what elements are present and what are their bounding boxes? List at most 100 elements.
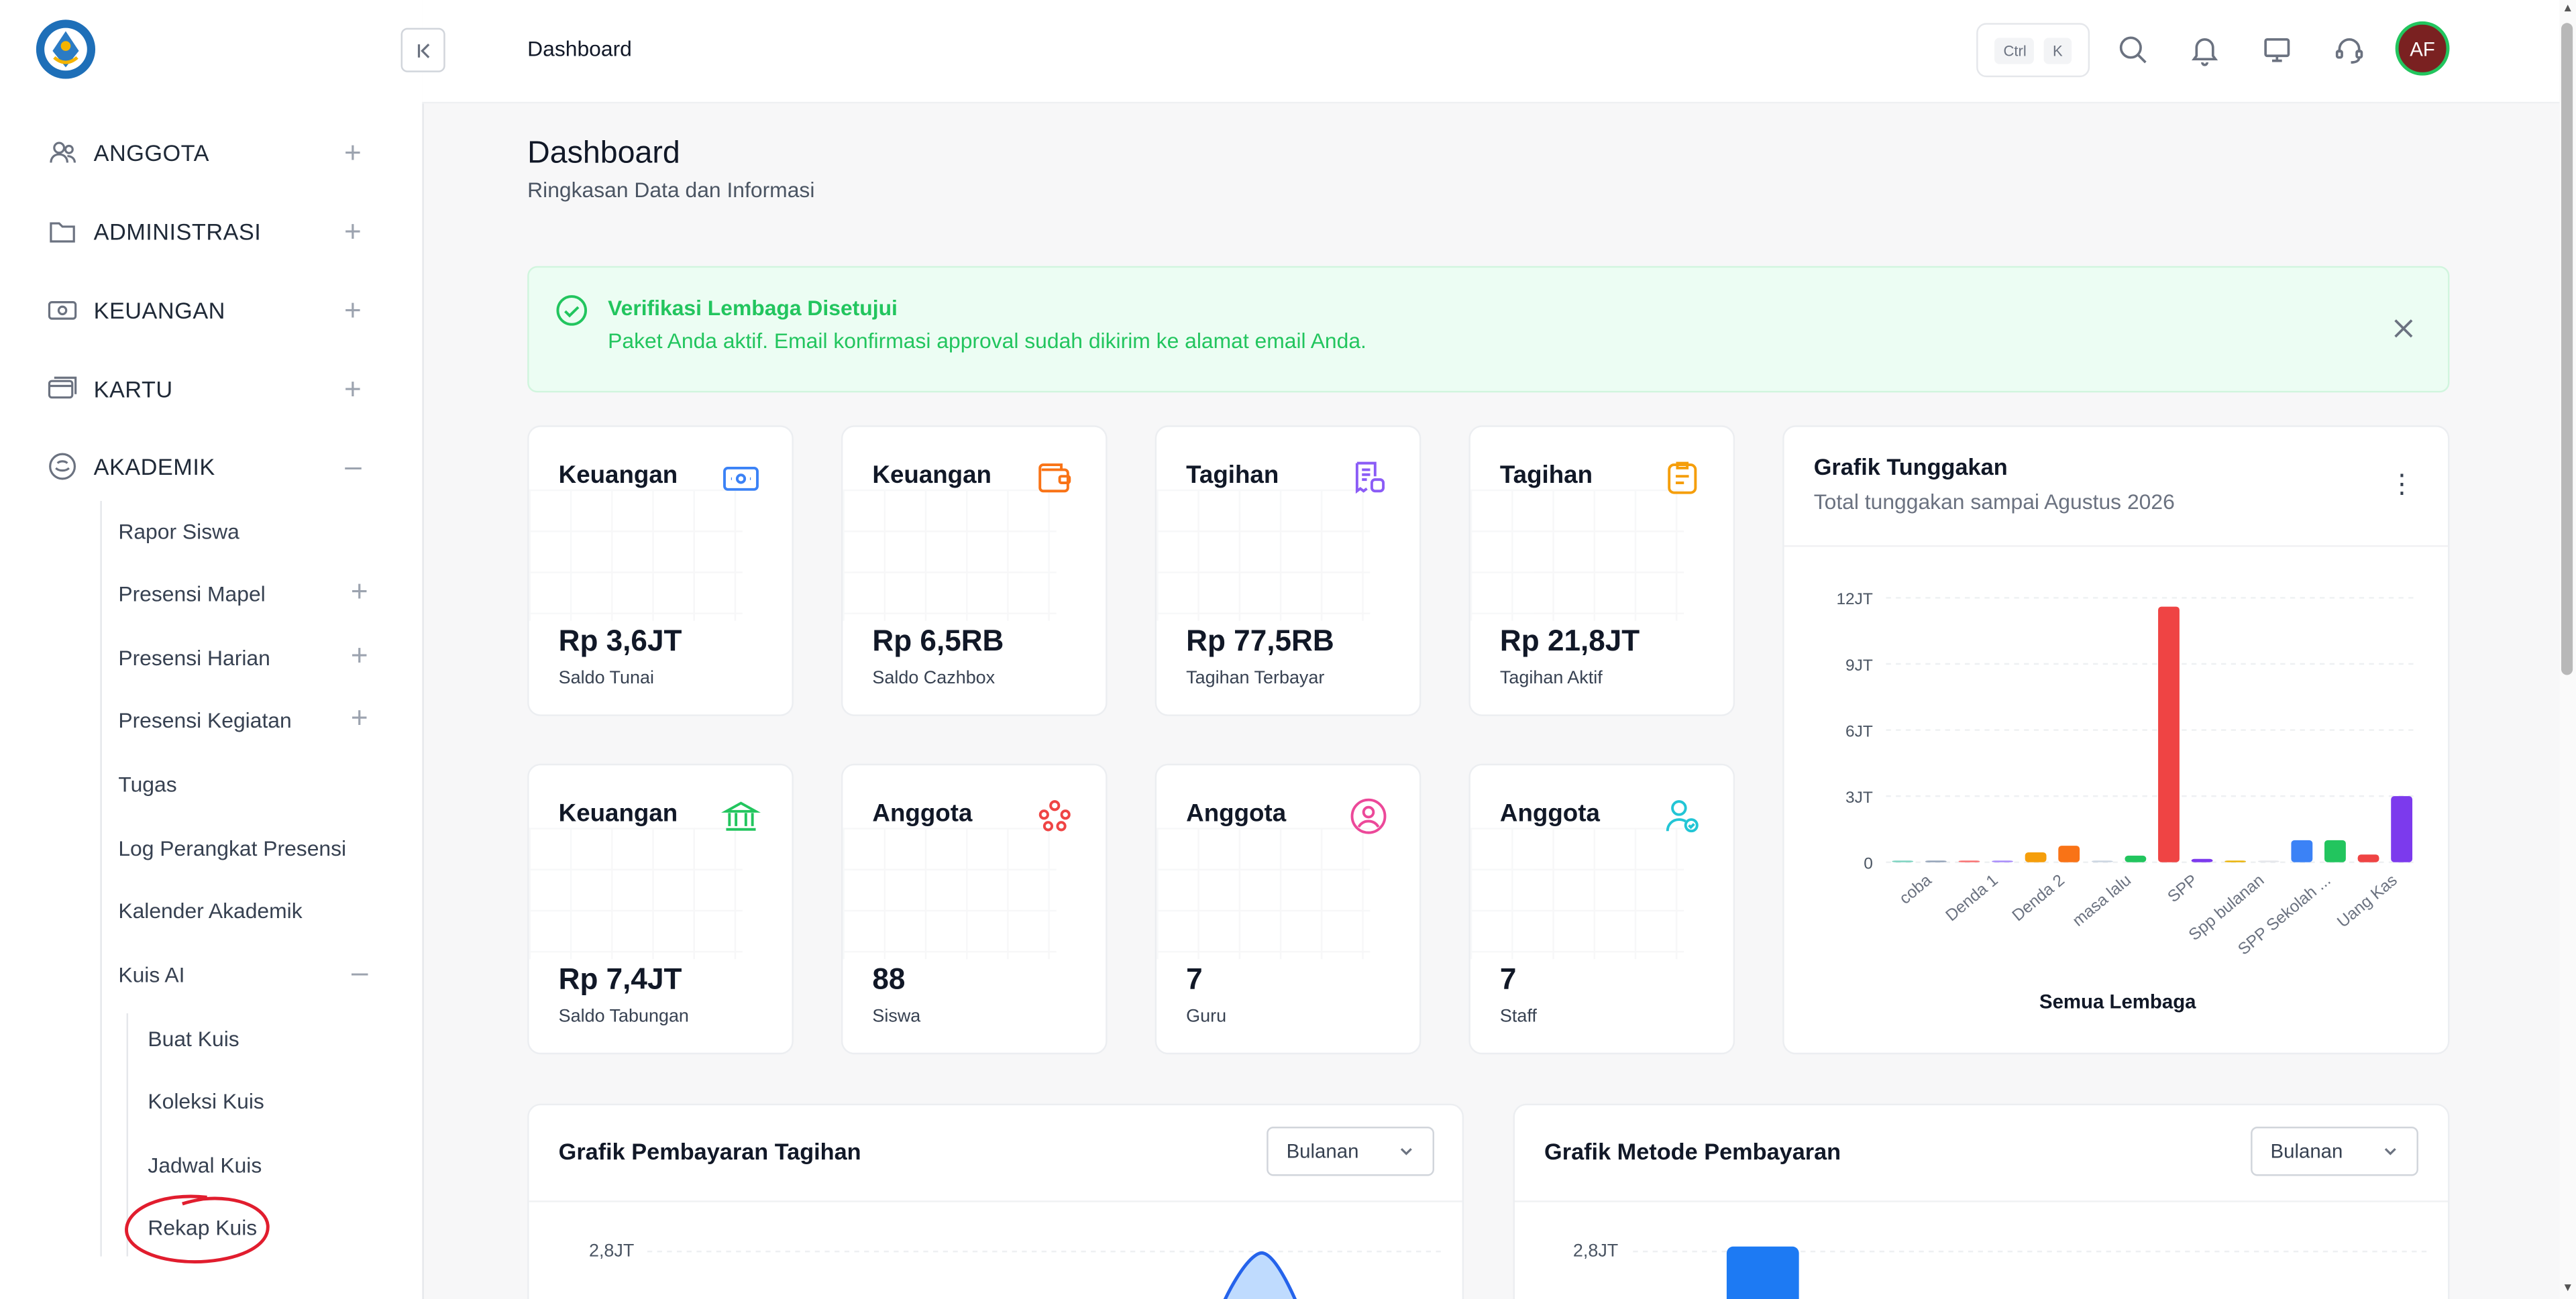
check-circle-icon — [556, 295, 588, 326]
sidebar-item-buat-kuis[interactable]: Buat Kuis — [148, 1020, 368, 1056]
more-vertical-icon[interactable]: ⋮ — [2389, 472, 2415, 499]
expand-icon[interactable]: + — [344, 215, 362, 248]
command-search-shortcut[interactable]: Ctrl K — [1976, 23, 2090, 78]
sidebar-item-label: AKADEMIK — [93, 453, 215, 480]
monitor-icon[interactable] — [2259, 32, 2295, 68]
sidebar-item-log-perangkat-presensi[interactable]: Log Perangkat Presensi — [118, 830, 368, 866]
card-category: Keuangan — [558, 799, 678, 828]
metode-chart-panel: Grafik Metode Pembayaran Bulanan 2,8JT — [1513, 1103, 2450, 1299]
alert-title: Verifikasi Lembaga Disetujui — [608, 295, 898, 321]
chart-title: Grafik Metode Pembayaran — [1544, 1138, 1841, 1165]
scroll-up-arrow-icon[interactable]: ▲ — [2561, 3, 2575, 17]
sidebar-item-label: Rapor Siswa — [118, 518, 239, 543]
period-select-value: Bulanan — [2270, 1139, 2343, 1163]
bar — [2291, 840, 2313, 862]
wallet-icon — [1035, 458, 1075, 498]
user-avatar[interactable]: AF — [2395, 21, 2450, 76]
chart-footer-label: Semua Lembaga — [2039, 990, 2196, 1014]
expand-icon[interactable]: + — [351, 701, 368, 734]
card-category: Anggota — [872, 799, 973, 828]
collapse-icon[interactable]: – — [345, 450, 362, 483]
bill-paid-icon — [1349, 458, 1389, 498]
card-value: Rp 7,4JT — [558, 962, 682, 996]
divider — [529, 1200, 1462, 1202]
sidebar-item-administrasi[interactable]: ADMINISTRASI + — [46, 212, 368, 251]
sidebar-item-presensi-kegiatan[interactable]: Presensi Kegiatan + — [118, 701, 368, 738]
scrollbar-thumb[interactable] — [2561, 23, 2573, 675]
bar — [2257, 860, 2279, 862]
card-category: Tagihan — [1499, 461, 1593, 490]
sidebar-item-anggota[interactable]: ANGGOTA + — [46, 133, 368, 172]
y-tick-label: 9JT — [1845, 657, 1873, 675]
close-icon[interactable] — [2389, 314, 2418, 343]
sidebar-item-label: ADMINISTRASI — [93, 218, 262, 245]
y-tick-label: 2,8JT — [589, 1240, 634, 1260]
card-grid-pattern — [1470, 828, 1684, 960]
card-grid-pattern — [1470, 489, 1684, 621]
expand-icon[interactable]: + — [344, 136, 362, 169]
staff-icon — [1662, 797, 1702, 836]
sidebar-item-presensi-mapel[interactable]: Presensi Mapel + — [118, 575, 368, 611]
stat-card-saldo-tabungan[interactable]: Keuangan Rp 7,4JT Saldo Tabungan — [527, 763, 794, 1055]
sidebar-item-akademik[interactable]: AKADEMIK – — [46, 447, 368, 486]
stat-card-siswa[interactable]: Anggota 88 Siswa — [841, 763, 1108, 1055]
bar — [2025, 852, 2047, 862]
collapse-sidebar-button[interactable] — [400, 27, 445, 72]
sidebar-item-tugas[interactable]: Tugas — [118, 765, 368, 801]
sidebar-item-label: Kalender Akademik — [118, 897, 303, 923]
y-tick-label: 12JT — [1836, 590, 1872, 608]
scroll-down-arrow-icon[interactable]: ▼ — [2561, 1283, 2575, 1296]
stat-card-saldo-tunai[interactable]: Keuangan Rp 3,6JT Saldo Tunai — [527, 425, 794, 716]
card-category: Tagihan — [1186, 461, 1279, 490]
stat-card-guru[interactable]: Anggota 7 Guru — [1155, 763, 1421, 1055]
sidebar-item-presensi-harian[interactable]: Presensi Harian + — [118, 639, 368, 675]
sidebar-item-label: Jadwal Kuis — [148, 1151, 262, 1177]
card-value: Rp 77,5RB — [1186, 624, 1334, 657]
sidebar-item-rapor-siswa[interactable]: Rapor Siswa — [118, 512, 368, 549]
page-scrollbar[interactable]: ▲ ▼ — [2559, 0, 2576, 1299]
sidebar-item-kalender-akademik[interactable]: Kalender Akademik — [118, 892, 368, 928]
period-select[interactable]: Bulanan — [2251, 1127, 2418, 1176]
search-icon[interactable] — [2114, 32, 2151, 68]
sidebar-item-kartu[interactable]: KARTU + — [46, 370, 368, 409]
chart-subtitle: Total tunggakan sampai Agustus 2026 — [1813, 489, 2175, 514]
expand-icon[interactable]: + — [344, 294, 362, 327]
expand-icon[interactable]: + — [351, 575, 368, 608]
bar — [2224, 860, 2247, 862]
period-select[interactable]: Bulanan — [1267, 1127, 1434, 1176]
alert-message: Paket Anda aktif. Email konfirmasi appro… — [608, 328, 1366, 353]
sidebar-item-keuangan[interactable]: KEUANGAN + — [46, 290, 368, 330]
sidebar-item-jadwal-kuis[interactable]: Jadwal Kuis — [148, 1146, 368, 1182]
bank-icon — [720, 797, 761, 836]
expand-icon[interactable]: + — [351, 639, 368, 672]
sidebar-item-kuis-ai[interactable]: Kuis AI – — [118, 956, 368, 992]
stat-card-saldo-cazhbox[interactable]: Keuangan Rp 6,5RB Saldo Cazhbox — [841, 425, 1108, 716]
x-tick-label: Denda 1 — [1942, 871, 2001, 925]
stat-card-tagihan-aktif[interactable]: Tagihan Rp 21,8JT Tagihan Aktif — [1468, 425, 1735, 716]
stat-card-staff[interactable]: Anggota 7 Staff — [1468, 763, 1735, 1055]
bar — [1726, 1246, 1799, 1299]
expand-icon[interactable]: + — [344, 373, 362, 406]
collapse-icon[interactable]: – — [352, 956, 368, 989]
bill-active-icon — [1662, 458, 1702, 498]
bar — [2158, 606, 2180, 862]
tut-wuri-logo[interactable] — [34, 18, 97, 80]
divider — [1514, 1200, 2449, 1202]
sidebar-item-label: Presensi Kegiatan — [118, 707, 292, 732]
headset-support-icon[interactable] — [2331, 32, 2367, 68]
bar — [2058, 846, 2080, 862]
verification-alert: Verifikasi Lembaga Disetujui Paket Anda … — [527, 266, 2450, 393]
money-icon — [721, 458, 761, 498]
card-grid-pattern — [843, 489, 1057, 621]
divider — [1784, 545, 2449, 547]
chevron-down-icon — [2384, 1147, 2396, 1155]
sidebar-item-koleksi-kuis[interactable]: Koleksi Kuis — [148, 1082, 368, 1119]
card-value: 7 — [1186, 962, 1203, 996]
pembayaran-area-chart: 2,8JT — [589, 1240, 1441, 1299]
kbd-ctrl: Ctrl — [1995, 37, 2035, 64]
bell-icon[interactable] — [2187, 32, 2223, 68]
bar — [2391, 796, 2413, 862]
stat-card-tagihan-terbayar[interactable]: Tagihan Rp 77,5RB Tagihan Terbayar — [1155, 425, 1421, 716]
x-tick-label: masa lalu — [2069, 871, 2135, 930]
page-title: Dashboard — [527, 136, 680, 171]
